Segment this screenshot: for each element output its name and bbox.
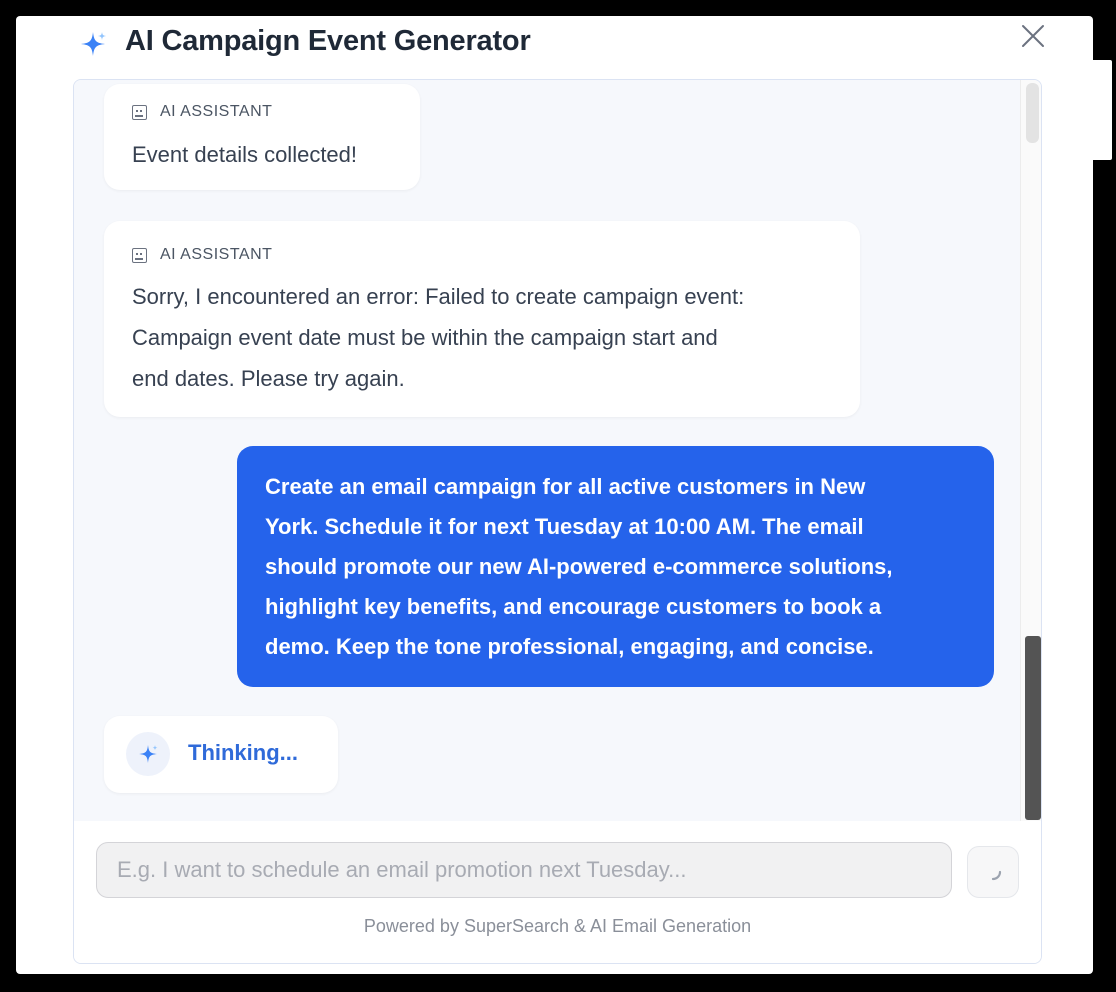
chat-container: AI ASSISTANT Event details collected! AI… [73,79,1042,964]
send-button[interactable] [967,846,1019,898]
user-message-bubble: Create an email campaign for all active … [237,446,994,687]
ai-message-bubble: AI ASSISTANT Event details collected! [104,84,420,190]
close-icon[interactable] [1019,22,1047,50]
ai-assistant-label: AI ASSISTANT [132,246,272,264]
bot-icon [132,104,147,120]
dialog-header: AI Campaign Event Generator [16,16,1093,80]
scrollbar-thumb[interactable] [1025,636,1041,820]
sparkle-icon [81,32,106,56]
scrollbar-track-cap [1026,83,1039,143]
composer: Powered by SuperSearch & AI Email Genera… [74,821,1041,963]
thinking-label: Thinking... [188,740,298,765]
ai-message-text: Event details collected! [132,134,357,175]
thinking-icon-circle [126,732,170,776]
message-line: end dates. Please try again. [132,366,405,391]
dialog-title: AI Campaign Event Generator [125,25,531,57]
ai-message-text: Sorry, I encountered an error: Failed to… [132,276,744,399]
ai-label-text: AI ASSISTANT [160,246,273,263]
powered-by-text: Powered by SuperSearch & AI Email Genera… [363,916,752,936]
ai-label-text: AI ASSISTANT [160,103,273,120]
campaign-generator-dialog: AI Campaign Event Generator AI ASSISTANT… [16,16,1093,974]
message-line: Create an email campaign for all active … [265,474,866,499]
message-line: highlight key benefits, and encourage cu… [265,594,882,619]
message-line: Event details collected! [132,142,358,167]
message-line: demo. Keep the tone professional, engagi… [265,634,874,659]
loading-spinner-icon [991,870,1002,881]
message-line: York. Schedule it for next Tuesday at 10… [265,514,864,539]
message-input[interactable] [96,842,952,898]
message-line: Sorry, I encountered an error: Failed to… [132,284,745,309]
user-message-text: Create an email campaign for all active … [265,467,975,667]
sparkle-icon [139,745,158,763]
message-line: should promote our new AI-powered e-comm… [265,554,893,579]
message-list[interactable]: AI ASSISTANT Event details collected! AI… [74,80,1022,821]
thinking-indicator: Thinking... [104,716,338,793]
ai-assistant-label: AI ASSISTANT [132,103,272,121]
message-line: Campaign event date must be within the c… [132,325,718,350]
bot-icon [132,247,147,263]
message-scrollbar[interactable] [1020,80,1041,821]
ai-message-bubble: AI ASSISTANT Sorry, I encountered an err… [104,221,860,417]
